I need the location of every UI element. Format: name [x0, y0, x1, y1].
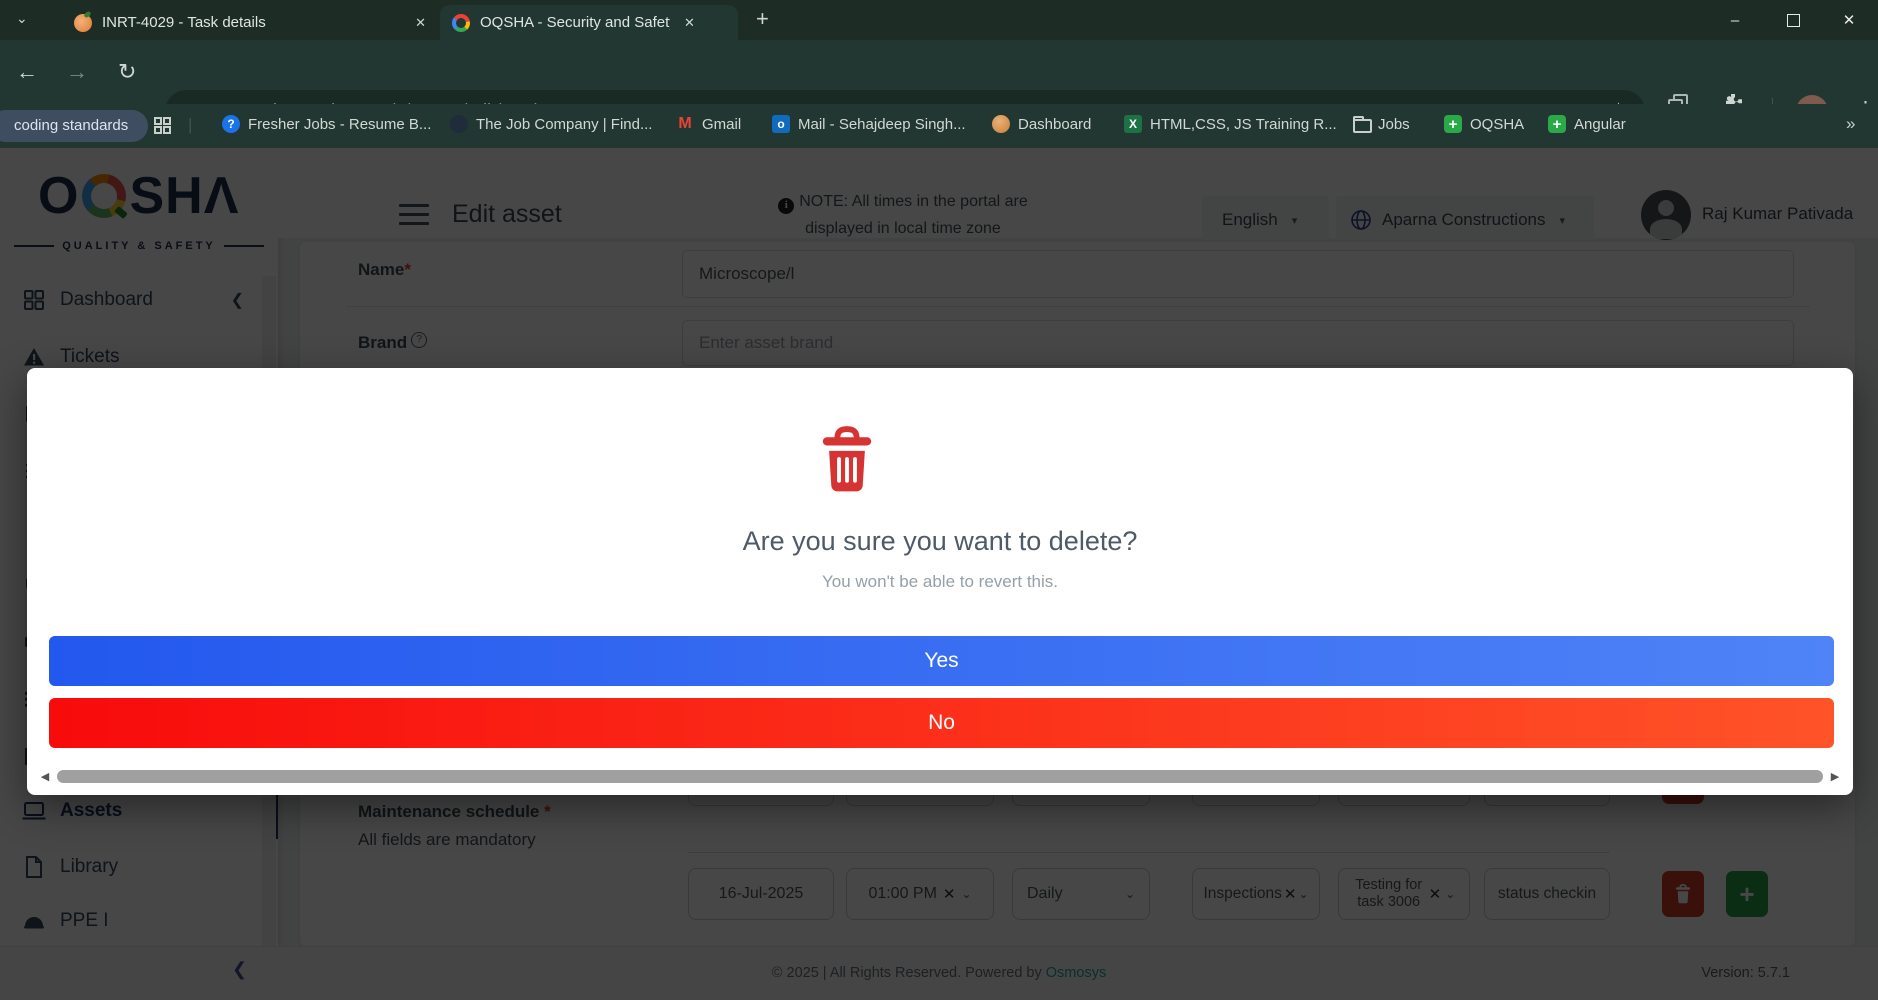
forward-icon[interactable]: →: [66, 58, 88, 86]
bookmark-item[interactable]: + OQSHA: [1444, 115, 1524, 133]
dialog-title: Are you sure you want to delete?: [27, 526, 1853, 557]
dialog-subtitle: You won't be able to revert this.: [27, 572, 1853, 592]
bookmark-item[interactable]: X HTML,CSS, JS Training R...: [1124, 115, 1337, 133]
tab-title: INRT-4029 - Task details: [102, 14, 401, 31]
bookmark-favicon: [992, 115, 1010, 133]
confirm-no-button[interactable]: No: [49, 698, 1834, 748]
tab-search-icon[interactable]: ⌄: [16, 10, 28, 27]
excel-icon: X: [1124, 115, 1142, 133]
maximize-icon: [1787, 14, 1800, 27]
bookmark-item[interactable]: Dashboard: [992, 115, 1091, 133]
bookmarks-separator: |: [188, 115, 192, 135]
browser-toolbar: ← → ↻ qa-staging.oqsha.com/#/assets/edit…: [0, 40, 1878, 104]
tab-group-chip[interactable]: coding standards: [0, 110, 148, 142]
dialog-horizontal-scrollbar[interactable]: ◀ ▶: [37, 768, 1843, 784]
tab-title: OQSHA - Security and Safety | Rapid R: [480, 14, 670, 31]
tab-close-icon[interactable]: ✕: [684, 15, 695, 31]
tab-close-icon[interactable]: ✕: [415, 15, 426, 31]
bookmark-label: Angular: [1574, 116, 1626, 133]
tab-favicon-fruit: [74, 14, 92, 32]
apps-grid-icon[interactable]: [154, 117, 171, 134]
bookmark-favicon: ?: [222, 115, 240, 133]
bookmark-label: Jobs: [1378, 116, 1410, 133]
browser-tab-active[interactable]: OQSHA - Security and Safety | Rapid R ✕: [440, 5, 738, 40]
bookmarks-overflow-icon[interactable]: »: [1846, 114, 1855, 134]
new-tab-button[interactable]: +: [756, 6, 769, 32]
bookmark-label: Fresher Jobs - Resume B...: [248, 116, 431, 133]
window-minimize-button[interactable]: –: [1706, 0, 1764, 40]
outlook-icon: o: [772, 115, 790, 133]
browser-tab-inactive[interactable]: INRT-4029 - Task details ✕: [62, 5, 438, 40]
tab-strip: ⌄ INRT-4029 - Task details ✕ OQSHA - Sec…: [0, 0, 1878, 40]
delete-confirm-dialog: Are you sure you want to delete? You won…: [27, 368, 1853, 795]
bookmark-favicon: +: [1548, 115, 1566, 133]
bookmark-item[interactable]: M Gmail: [676, 115, 741, 133]
bookmark-favicon: [450, 115, 468, 133]
reload-icon[interactable]: ↻: [118, 58, 136, 86]
browser-window: ⌄ INRT-4029 - Task details ✕ OQSHA - Sec…: [0, 0, 1878, 1000]
bookmark-label: Dashboard: [1018, 116, 1091, 133]
scroll-left-icon[interactable]: ◀: [37, 770, 53, 783]
bookmarks-bar: coding standards | ? Fresher Jobs - Resu…: [0, 104, 1878, 148]
bookmark-favicon: +: [1444, 115, 1462, 133]
folder-icon: [1352, 115, 1370, 133]
bookmark-item[interactable]: + Angular: [1548, 115, 1626, 133]
bookmark-item[interactable]: ? Fresher Jobs - Resume B...: [222, 115, 431, 133]
bookmark-label: The Job Company | Find...: [476, 116, 652, 133]
bookmark-item[interactable]: The Job Company | Find...: [450, 115, 652, 133]
tab-favicon-oqsha: [452, 14, 470, 32]
confirm-yes-button[interactable]: Yes: [49, 636, 1834, 686]
bookmark-item[interactable]: Jobs: [1352, 115, 1410, 133]
scrollbar-thumb[interactable]: [57, 770, 1823, 783]
bookmark-item[interactable]: o Mail - Sehajdeep Singh...: [772, 115, 966, 133]
trash-icon: [818, 426, 876, 494]
scroll-right-icon[interactable]: ▶: [1827, 770, 1843, 783]
bookmark-label: Gmail: [702, 116, 741, 133]
back-icon[interactable]: ←: [16, 58, 38, 86]
window-maximize-button[interactable]: [1764, 0, 1822, 40]
bookmark-label: Mail - Sehajdeep Singh...: [798, 116, 966, 133]
window-close-button[interactable]: ✕: [1820, 0, 1878, 40]
bookmark-label: OQSHA: [1470, 116, 1524, 133]
gmail-icon: M: [676, 115, 694, 133]
bookmark-label: HTML,CSS, JS Training R...: [1150, 116, 1337, 133]
